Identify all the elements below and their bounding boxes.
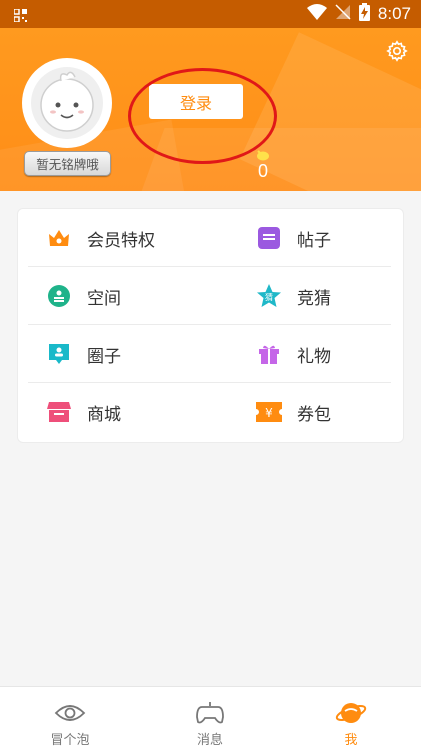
avatar-face <box>31 67 103 139</box>
menu-item-guess[interactable]: 猜 竞猜 <box>256 267 331 325</box>
gift-icon <box>256 341 282 367</box>
menu-card: 会员特权 帖子 空间 猜 竞猜 圈子 礼物 商城 ¥ 券包 <box>17 208 404 443</box>
guess-badge-text: 猜 <box>265 292 273 302</box>
bottom-nav: 冒个泡 消息 我 <box>0 686 421 748</box>
status-time: 8:07 <box>377 4 411 23</box>
menu-label: 圈子 <box>87 346 121 367</box>
eye-icon <box>54 699 86 727</box>
menu-row: 空间 猜 竞猜 <box>28 267 391 325</box>
crown-icon <box>46 225 72 251</box>
menu-label: 商城 <box>87 404 121 425</box>
wifi-icon <box>306 4 327 24</box>
menu-item-vip[interactable]: 会员特权 <box>46 209 155 267</box>
menu-label: 券包 <box>297 404 331 425</box>
menu-label: 礼物 <box>297 346 331 367</box>
coin-icon <box>256 146 270 161</box>
menu-item-coupons[interactable]: ¥ 券包 <box>256 383 331 441</box>
menu-row: 会员特权 帖子 <box>28 209 391 267</box>
nav-label: 冒个泡 <box>50 733 90 748</box>
medal-badge: 暂无铭牌哦 <box>24 151 111 176</box>
profile-header: 暂无铭牌哦 登录 0 <box>0 28 421 191</box>
shop-icon <box>46 399 72 425</box>
coin-count: 0 <box>257 161 268 181</box>
coupon-icon: ¥ <box>256 399 282 425</box>
space-icon <box>46 283 72 309</box>
menu-item-space[interactable]: 空间 <box>46 267 121 325</box>
menu-label: 帖子 <box>297 230 331 251</box>
menu-item-circles[interactable]: 圈子 <box>46 325 121 383</box>
menu-label: 竞猜 <box>297 288 331 309</box>
circle-chat-icon <box>46 341 72 367</box>
coupon-symbol-text: ¥ <box>265 406 273 420</box>
nav-label: 我 <box>344 733 358 748</box>
planet-icon <box>335 699 367 727</box>
menu-label: 空间 <box>87 288 121 309</box>
gamepad-icon <box>195 699 225 727</box>
menu-row: 商城 ¥ 券包 <box>28 383 391 441</box>
guess-star-icon: 猜 <box>256 283 282 309</box>
qr-icon <box>13 7 27 26</box>
menu-item-posts[interactable]: 帖子 <box>256 209 331 267</box>
nav-tab-messages[interactable]: 消息 <box>140 687 280 748</box>
menu-label: 会员特权 <box>87 230 155 251</box>
signal-off-icon <box>335 4 351 24</box>
menu-item-gifts[interactable]: 礼物 <box>256 325 331 383</box>
avatar[interactable] <box>22 58 112 148</box>
battery-charging-icon <box>358 3 370 25</box>
nav-label: 消息 <box>196 733 223 748</box>
settings-gear-icon[interactable] <box>386 40 408 62</box>
nav-tab-me[interactable]: 我 <box>281 687 421 748</box>
post-icon <box>256 225 282 251</box>
nav-tab-bubble[interactable]: 冒个泡 <box>0 687 140 748</box>
menu-row: 圈子 礼物 <box>28 325 391 383</box>
status-bar: 8:07 <box>0 0 421 28</box>
menu-item-shop[interactable]: 商城 <box>46 383 121 441</box>
annotation-circle <box>128 68 277 164</box>
